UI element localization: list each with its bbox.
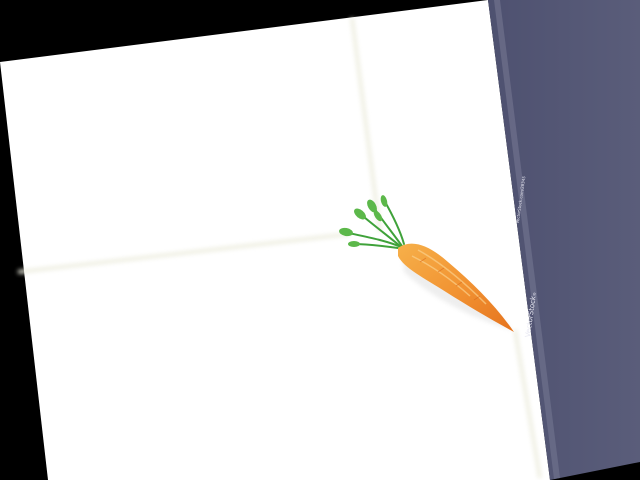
white-surface (0, 0, 550, 480)
carrot-photo: VectorStock.com/28345 VectorStock® (0, 0, 640, 480)
photo-scene: VectorStock.com/28345 VectorStock® (0, 0, 640, 480)
photo-card: VectorStock.com/28345 VectorStock® (0, 0, 640, 480)
tilted-card (0, 0, 640, 480)
brand-reg-mark: ® (532, 292, 538, 297)
